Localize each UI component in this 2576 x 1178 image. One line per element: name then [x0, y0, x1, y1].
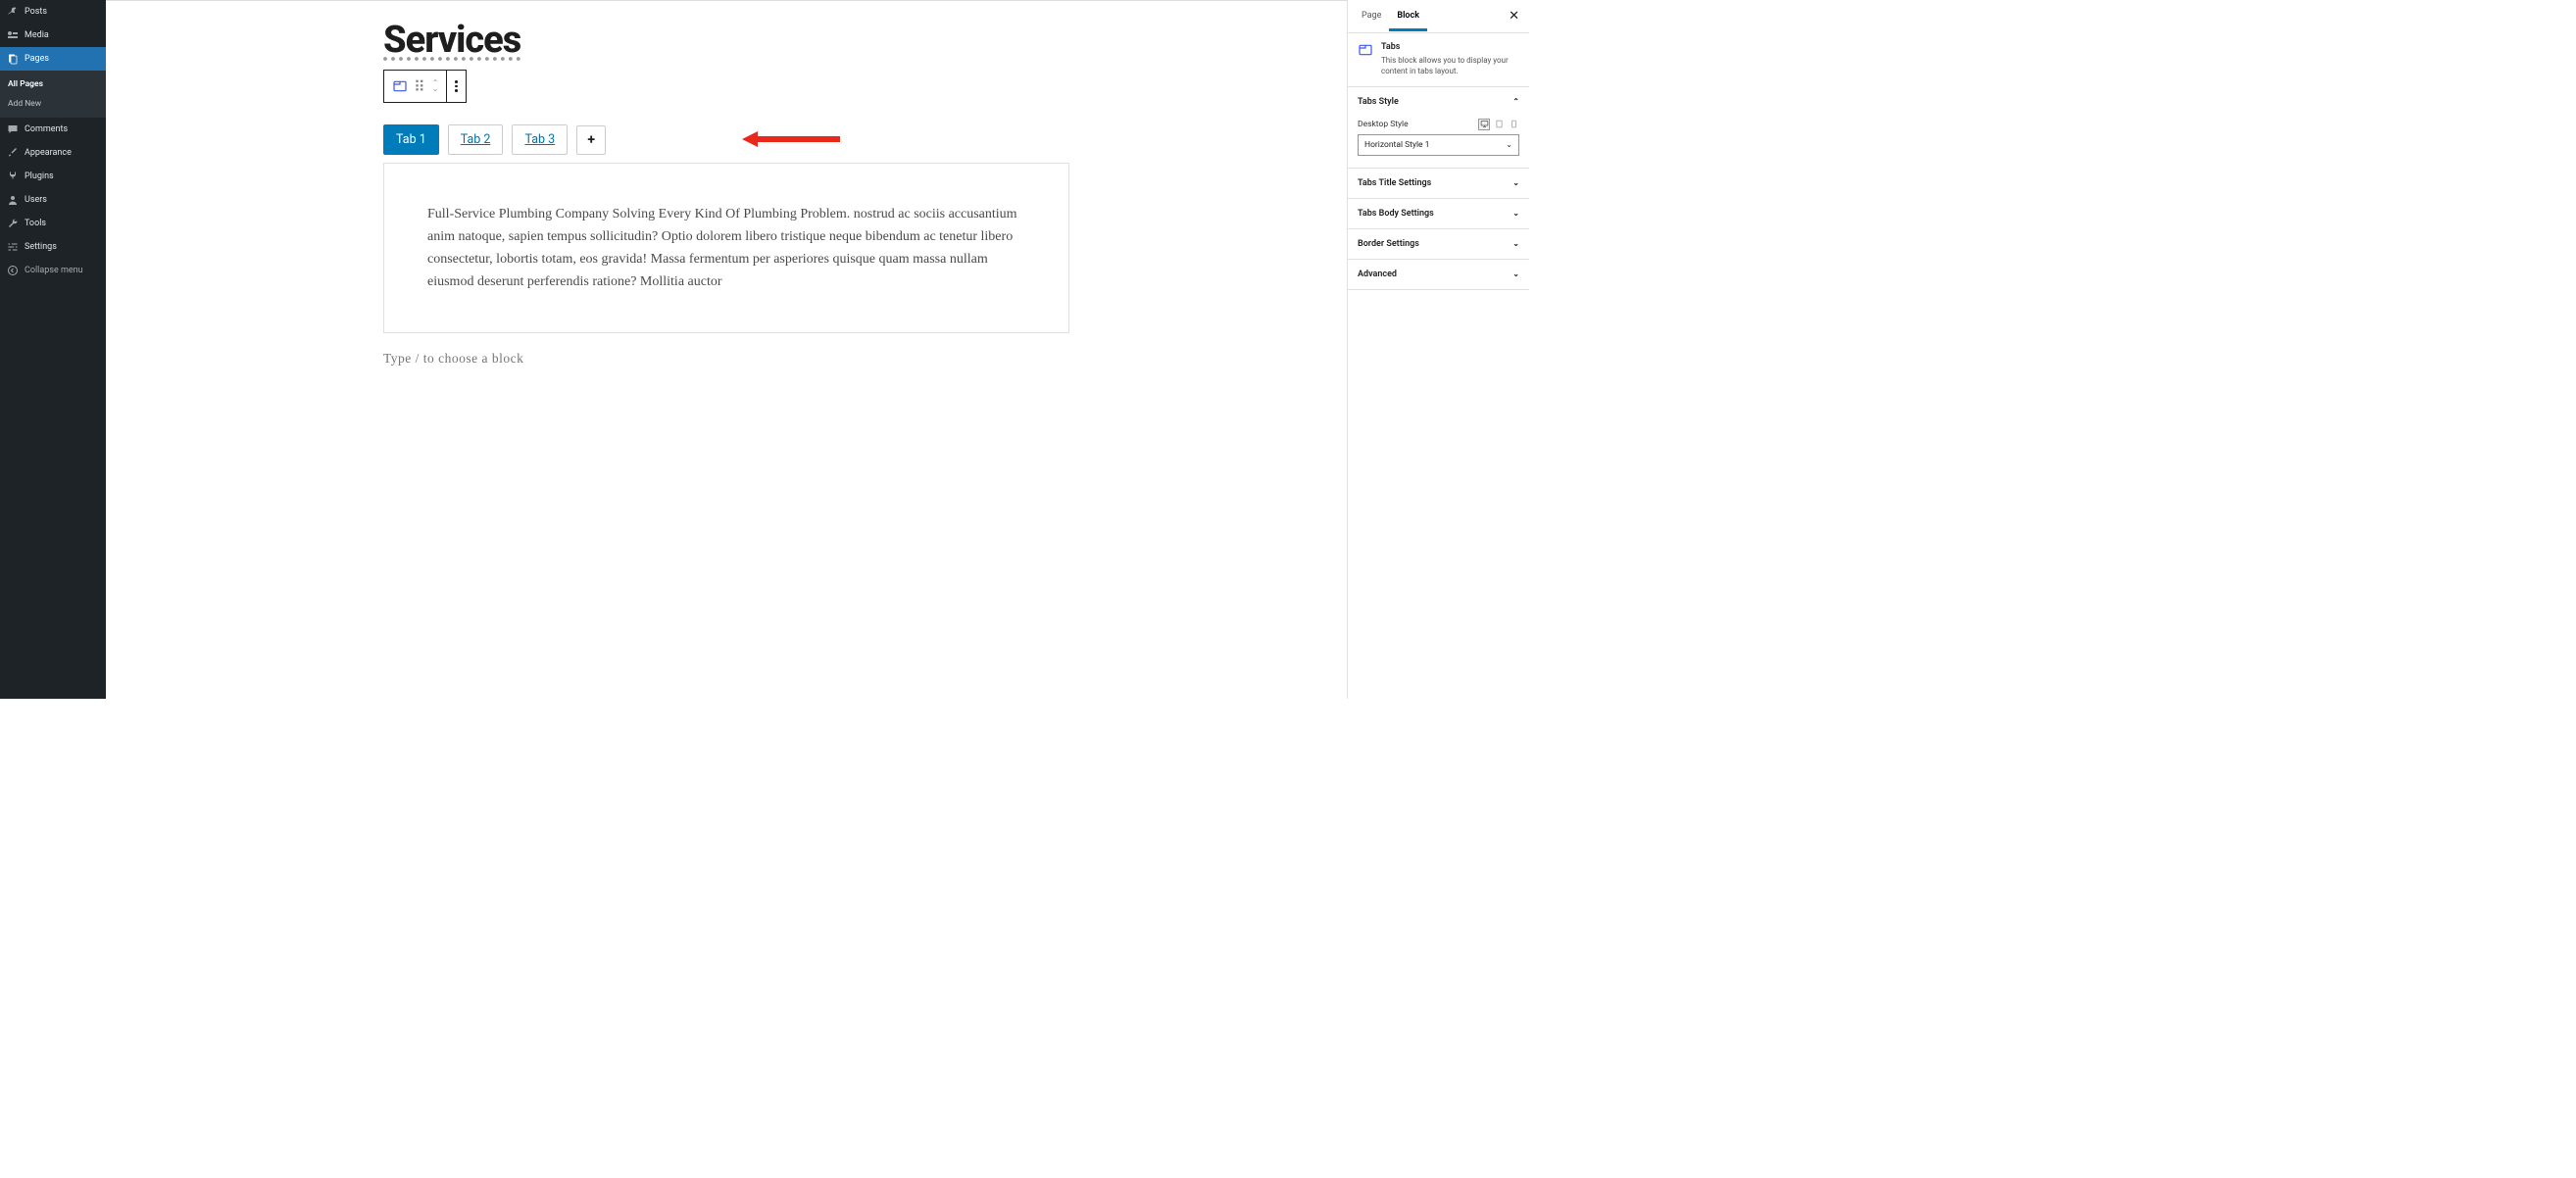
- sidebar-item-label: Appearance: [25, 148, 72, 158]
- comment-icon: [7, 123, 19, 135]
- sidebar-item-label: Media: [25, 30, 49, 40]
- sidebar-submenu-pages: All Pages Add New: [0, 71, 106, 118]
- panel-section-toggle[interactable]: Tabs Style ⌃: [1348, 87, 1529, 117]
- tabs-block-icon: [1358, 42, 1373, 77]
- editor-canvas: Services ⠿ ⌃ ⌄ Tab 1 Tab 2 Tab 3 +: [106, 0, 1347, 699]
- tab-button-1[interactable]: Tab 1: [383, 124, 439, 155]
- block-options-button[interactable]: [447, 71, 466, 102]
- chevron-down-icon: ⌄: [1512, 178, 1519, 187]
- chevron-down-icon: ⌄: [1512, 209, 1519, 218]
- sidebar-subitem-add-new[interactable]: Add New: [0, 94, 106, 114]
- panel-section-tabs-title: Tabs Title Settings ⌄: [1348, 169, 1529, 199]
- plug-icon: [7, 171, 19, 182]
- inspector-panel: Page Block ✕ Tabs This block allows you …: [1347, 0, 1529, 699]
- panel-section-border: Border Settings ⌄: [1348, 229, 1529, 260]
- sidebar-item-users[interactable]: Users: [0, 188, 106, 212]
- user-icon: [7, 194, 19, 206]
- close-icon: ✕: [1509, 9, 1519, 24]
- panel-section-advanced: Advanced ⌄: [1348, 260, 1529, 290]
- panel-section-title: Tabs Body Settings: [1358, 209, 1434, 219]
- chevron-down-icon: ⌄: [1512, 239, 1519, 248]
- tab-button-3[interactable]: Tab 3: [512, 124, 568, 155]
- sidebar-item-collapse[interactable]: Collapse menu: [0, 259, 106, 282]
- inspector-tab-page[interactable]: Page: [1354, 2, 1389, 31]
- sidebar-item-posts[interactable]: Posts: [0, 0, 106, 24]
- sidebar-item-tools[interactable]: Tools: [0, 212, 106, 235]
- drag-handle-icon[interactable]: ⠿: [414, 77, 426, 96]
- field-label: Desktop Style: [1358, 120, 1409, 129]
- media-icon: [7, 29, 19, 41]
- sidebar-item-label: Plugins: [25, 172, 54, 181]
- move-arrows[interactable]: ⌃ ⌄: [432, 80, 439, 92]
- block-toolbar: ⠿ ⌃ ⌄: [383, 70, 467, 103]
- pin-icon: [7, 6, 19, 18]
- page-title[interactable]: Services: [383, 19, 1069, 62]
- select-value: Horizontal Style 1: [1364, 140, 1429, 150]
- tab-button-2[interactable]: Tab 2: [448, 124, 504, 155]
- sidebar-subitem-all-pages[interactable]: All Pages: [0, 74, 106, 94]
- panel-section-title: Border Settings: [1358, 239, 1419, 249]
- sidebar-item-label: Collapse menu: [25, 266, 83, 275]
- collapse-icon: [7, 265, 19, 276]
- device-mobile-button[interactable]: [1508, 119, 1519, 130]
- panel-section-toggle[interactable]: Tabs Body Settings ⌄: [1348, 199, 1529, 228]
- annotation-arrow: [742, 130, 840, 148]
- chevron-down-icon: ⌄: [1506, 140, 1512, 149]
- panel-section-title: Tabs Title Settings: [1358, 178, 1431, 188]
- panel-section-tabs-style: Tabs Style ⌃ Desktop Style Horizontal St…: [1348, 87, 1529, 169]
- panel-section-toggle[interactable]: Tabs Title Settings ⌄: [1348, 169, 1529, 198]
- sidebar-item-label: Posts: [25, 7, 47, 17]
- tab-content-body[interactable]: Full-Service Plumbing Company Solving Ev…: [383, 163, 1069, 333]
- tabs-block-header: Tab 1 Tab 2 Tab 3 +: [383, 124, 1069, 155]
- sidebar-item-label: Comments: [25, 124, 68, 134]
- inspector-tab-block[interactable]: Block: [1389, 2, 1427, 31]
- desktop-style-select[interactable]: Horizontal Style 1 ⌄: [1358, 134, 1519, 156]
- chevron-down-icon[interactable]: ⌄: [432, 86, 439, 92]
- sidebar-item-comments[interactable]: Comments: [0, 118, 106, 141]
- sidebar-item-label: Pages: [25, 54, 49, 64]
- sidebar-item-media[interactable]: Media: [0, 24, 106, 47]
- sidebar-item-label: Tools: [25, 219, 46, 228]
- panel-section-tabs-body: Tabs Body Settings ⌄: [1348, 199, 1529, 229]
- pages-icon: [7, 53, 19, 65]
- sliders-icon: [7, 241, 19, 253]
- more-vertical-icon: [455, 80, 458, 92]
- panel-section-toggle[interactable]: Advanced ⌄: [1348, 260, 1529, 289]
- device-tablet-button[interactable]: [1493, 119, 1505, 130]
- block-card: Tabs This block allows you to display yo…: [1348, 33, 1529, 87]
- panel-section-title: Advanced: [1358, 270, 1397, 279]
- panel-section-title: Tabs Style: [1358, 97, 1399, 107]
- sidebar-item-pages[interactable]: Pages: [0, 47, 106, 71]
- close-inspector-button[interactable]: ✕: [1505, 5, 1523, 27]
- panel-section-toggle[interactable]: Border Settings ⌄: [1348, 229, 1529, 259]
- sidebar-item-label: Settings: [25, 242, 57, 252]
- sidebar-item-appearance[interactable]: Appearance: [0, 141, 106, 165]
- block-card-title: Tabs: [1381, 42, 1519, 52]
- responsive-toggles: [1478, 119, 1519, 130]
- wrench-icon: [7, 218, 19, 229]
- block-type-button[interactable]: ⠿ ⌃ ⌄: [384, 71, 447, 102]
- add-tab-button[interactable]: +: [576, 125, 606, 155]
- inspector-tabs: Page Block ✕: [1348, 0, 1529, 33]
- chevron-up-icon: ⌃: [1512, 97, 1519, 106]
- sidebar-item-settings[interactable]: Settings: [0, 235, 106, 259]
- device-desktop-button[interactable]: [1478, 119, 1490, 130]
- brush-icon: [7, 147, 19, 159]
- chevron-down-icon: ⌄: [1512, 270, 1519, 278]
- sidebar-item-plugins[interactable]: Plugins: [0, 165, 106, 188]
- admin-sidebar: Posts Media Pages All Pages Add New Comm…: [0, 0, 106, 699]
- block-card-description: This block allows you to display your co…: [1381, 56, 1519, 77]
- block-appender[interactable]: Type / to choose a block: [383, 351, 1069, 367]
- sidebar-item-label: Users: [25, 195, 47, 205]
